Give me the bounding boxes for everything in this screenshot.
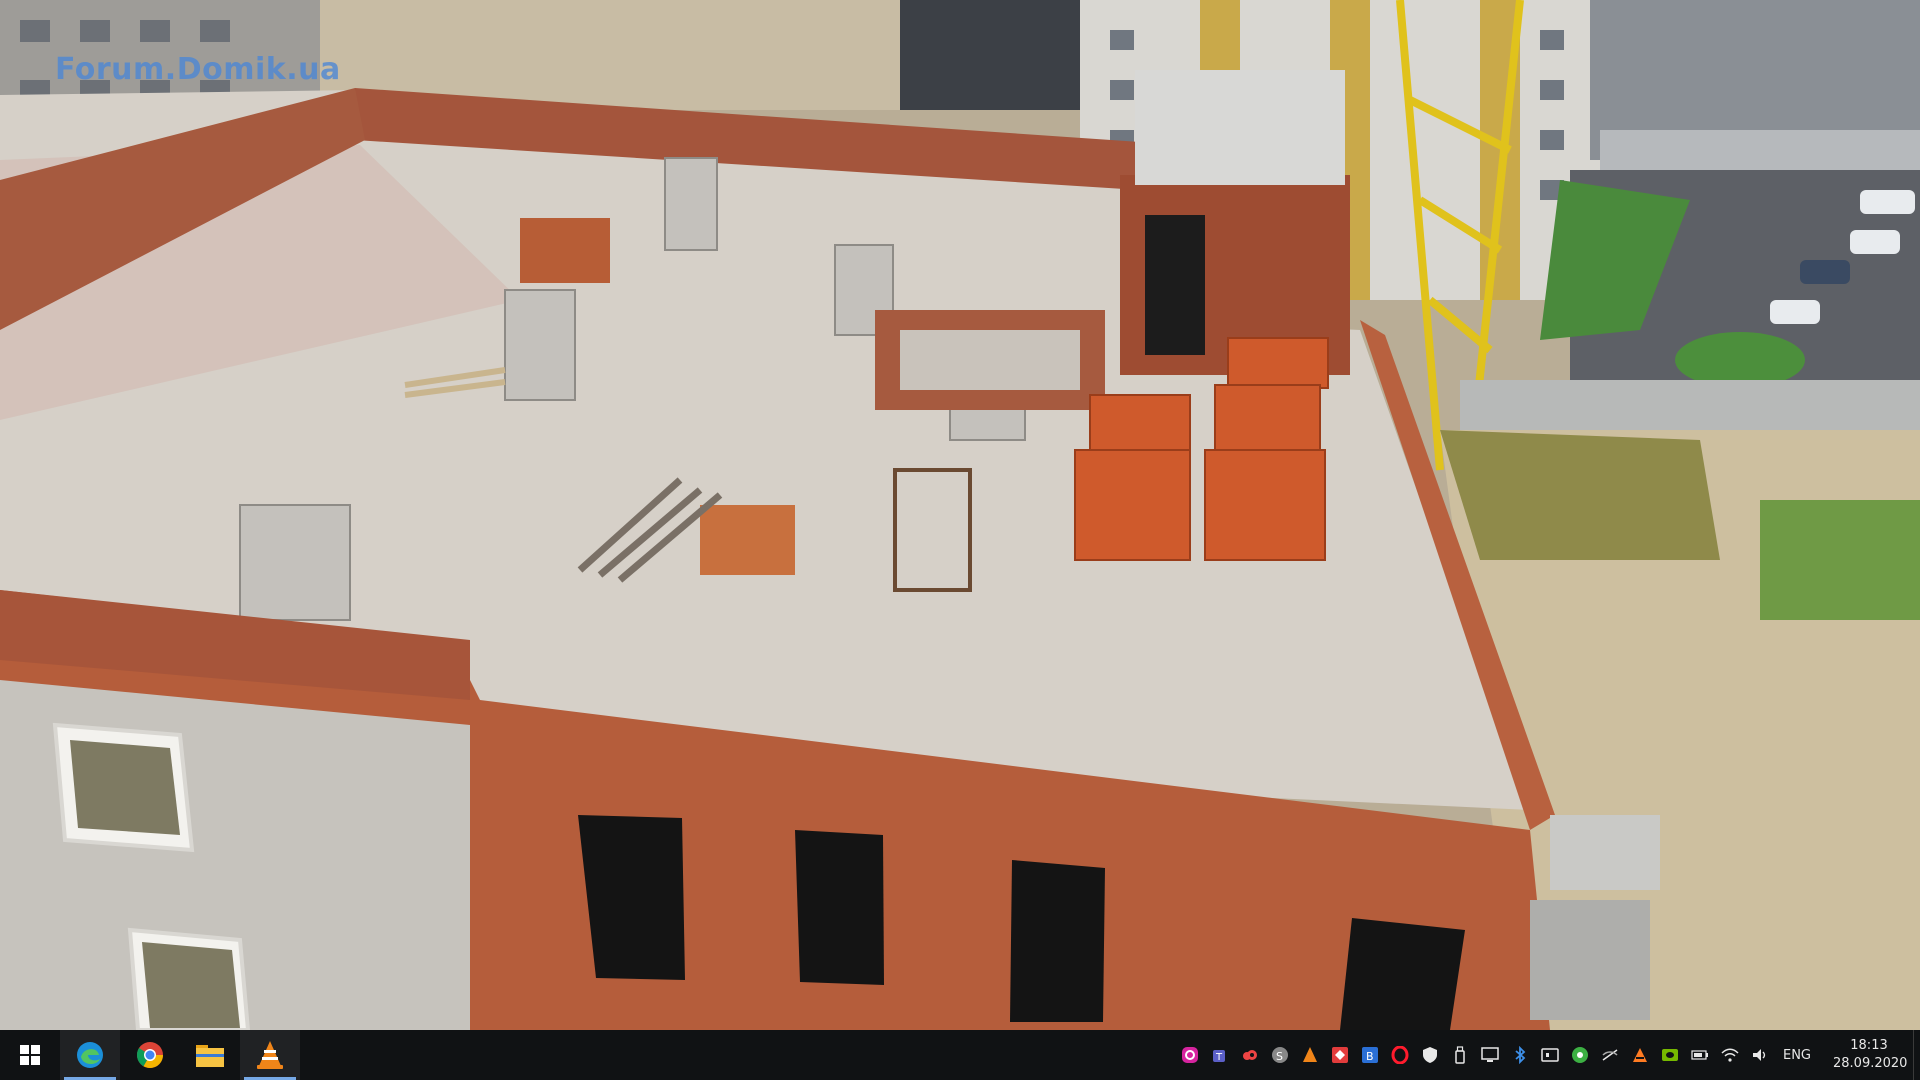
taskbar-edge[interactable] <box>60 1030 120 1080</box>
usb-drive-icon[interactable] <box>1445 1030 1475 1080</box>
bitdefender-icon[interactable]: B <box>1355 1030 1385 1080</box>
taskbar-chrome[interactable] <box>120 1030 180 1080</box>
vlc-tray-icon[interactable] <box>1295 1030 1325 1080</box>
teams-icon[interactable]: T <box>1205 1030 1235 1080</box>
opera-icon[interactable] <box>1385 1030 1415 1080</box>
security-shield-icon[interactable] <box>1415 1030 1445 1080</box>
windows-start-icon <box>20 1045 40 1065</box>
clock-date: 28.09.2020 <box>1833 1056 1908 1071</box>
desktop: Forum.Domik.ua <box>0 0 1920 1030</box>
display-icon[interactable] <box>1475 1030 1505 1080</box>
system-tray: T S B ENG 18:13 28.09.2020 <box>1175 1030 1920 1080</box>
nvidia-icon[interactable] <box>1655 1030 1685 1080</box>
wifi-icon[interactable] <box>1715 1030 1745 1080</box>
watermark-text: Forum.Domik.ua <box>55 52 341 87</box>
taskbar: T S B ENG 18:13 28.09.2020 <box>0 1030 1920 1080</box>
bluetooth-icon[interactable] <box>1505 1030 1535 1080</box>
folder-icon <box>196 1045 224 1067</box>
anydesk-icon[interactable] <box>1325 1030 1355 1080</box>
taskbar-vlc[interactable] <box>240 1030 300 1080</box>
network-off-icon[interactable] <box>1595 1030 1625 1080</box>
volume-icon[interactable] <box>1745 1030 1775 1080</box>
svg-text:S: S <box>1276 1050 1283 1063</box>
taskbar-file-explorer[interactable] <box>180 1030 240 1080</box>
clock[interactable]: 18:13 28.09.2020 <box>1823 1037 1913 1073</box>
show-desktop-button[interactable] <box>1913 1030 1920 1080</box>
orange-app-icon[interactable] <box>1625 1030 1655 1080</box>
language-indicator[interactable]: ENG <box>1775 1048 1823 1063</box>
skype-icon[interactable]: S <box>1265 1030 1295 1080</box>
cloud-app-icon[interactable] <box>1235 1030 1265 1080</box>
chrome-icon <box>136 1042 164 1069</box>
battery-icon[interactable] <box>1685 1030 1715 1080</box>
edge-icon <box>77 1042 103 1068</box>
start-button[interactable] <box>0 1030 60 1080</box>
clock-time: 18:13 <box>1850 1038 1888 1053</box>
svg-text:B: B <box>1366 1050 1374 1063</box>
instagram-icon[interactable] <box>1175 1030 1205 1080</box>
vlc-icon <box>257 1041 283 1069</box>
green-app-icon[interactable] <box>1565 1030 1595 1080</box>
wallpaper-photo <box>0 0 1920 1030</box>
media-icon[interactable] <box>1535 1030 1565 1080</box>
svg-text:T: T <box>1215 1052 1223 1063</box>
